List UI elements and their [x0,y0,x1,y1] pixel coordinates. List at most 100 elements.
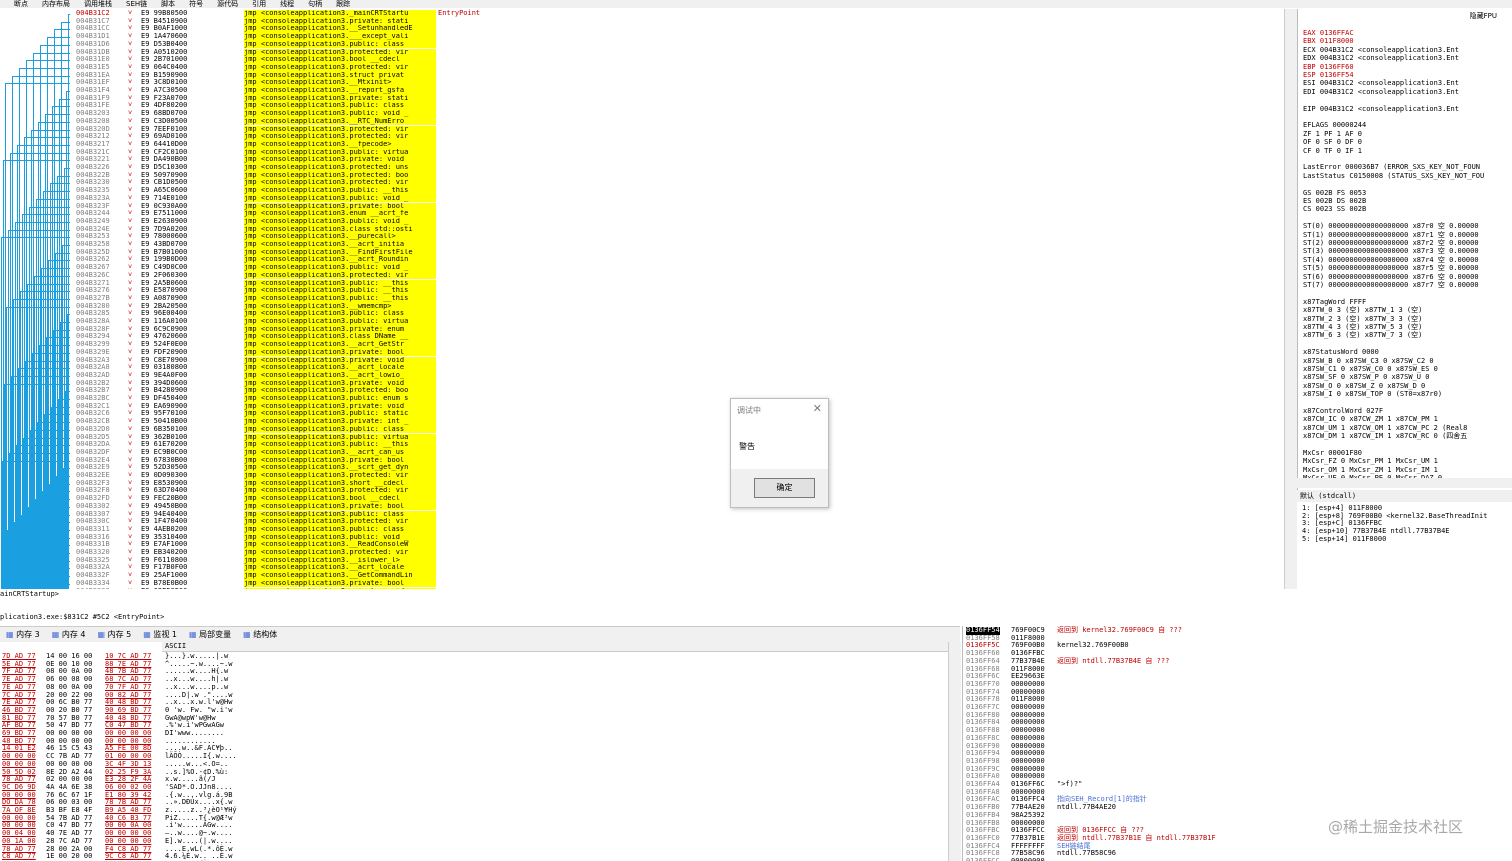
toolbar-tab[interactable]: 源代码 [217,0,238,8]
stack-row[interactable]: 0136FFA8 00000000 [963,789,1511,797]
instruction-text[interactable]: jmp <consoleapplication3.__acrt_initia [244,241,436,249]
instruction-text[interactable]: jmp <consoleapplication3.public: void _ [244,218,436,226]
tab-memory[interactable]: ▦ 内存 5 [92,627,138,643]
call-convention-header[interactable]: 默认 (stdcall) [1297,490,1512,502]
register-line[interactable]: EIP 004B31C2 <consoleapplication3.Ent [1303,105,1459,113]
instruction-text[interactable]: jmp <consoleapplication3.public: __this [244,287,436,295]
instruction-text[interactable]: jmp <consoleapplication3.public: __this [244,280,436,288]
toolbar-tab[interactable]: 线程 [280,0,294,8]
instruction-text[interactable]: jmp <consoleapplication3.class DName __ [244,333,436,341]
register-line[interactable]: x87CW_DM 1 x87CW_IM 1 x87CW_RC 0 (四舍五 [1303,432,1467,440]
instruction-text[interactable]: jmp <consoleapplication3.private: void [244,380,436,388]
instruction-text[interactable]: jmp <consoleapplication3.__Mtxinit> [244,79,436,87]
instruction-text[interactable]: jmp <consoleapplication3.__acrt_locale [244,364,436,372]
instruction-text[interactable]: jmp <consoleapplication3.public: static [244,410,436,418]
instruction-text[interactable]: jmp <consoleapplication3.public: void _ [244,195,436,203]
register-line[interactable]: ESI 004B31C2 <consoleapplication3.Ent [1303,79,1459,87]
stack-row[interactable]: 0136FFAC 0136FFC4 指向SEH_Record[1]的指针 [963,796,1511,804]
register-line[interactable]: MxCsr_OM 1 MxCsr_ZM 1 MxCsr_IM 1 [1303,466,1438,474]
stack-row[interactable]: 0136FF68 011F8000 [963,666,1511,674]
instruction-text[interactable]: jmp <consoleapplication3.__SetunhandledE [244,25,436,33]
instruction-text[interactable]: jmp <consoleapplication3.__purecall> [244,233,436,241]
register-line[interactable]: x87TW_2 3 (空) x87TW_3 3 (空) [1303,315,1422,323]
register-line[interactable]: EBP 0136FF60 [1303,63,1354,71]
registers-hscrollbar[interactable] [1297,478,1512,488]
register-line[interactable]: x87SW_C1 0 x87SW_C0 0 x87SW_ES 0 [1303,365,1438,373]
instruction-text[interactable]: jmp <consoleapplication3.private: void [244,156,436,164]
stack-row[interactable]: 0136FF84 00000000 [963,719,1511,727]
stack-row[interactable]: 0136FF74 00000000 [963,689,1511,697]
instruction-text[interactable]: jmp <consoleapplication3.protected: uns [244,164,436,172]
instruction-text[interactable]: jmp <consoleapplication3.__acrt_GetStr [244,341,436,349]
tab-memory[interactable]: ▦ 内存 4 [46,627,92,643]
register-line[interactable]: MxCsr_FZ 0 MxCsr_PM 1 MxCsr_UM 1 [1303,457,1438,465]
register-line[interactable]: ST(3) 0000000000000000000 x87r3 空 0.0000… [1303,247,1479,255]
instruction-text[interactable]: jmp <consoleapplication3.__islower_l> [244,557,436,565]
instruction-text[interactable]: jmp <consoleapplication3.__fpecode> [244,141,436,149]
instruction-text[interactable]: jmp <consoleapplication3.protected: vir [244,487,436,495]
instruction-text[interactable]: jmp <consoleapplication3.public: __this [244,295,436,303]
register-line[interactable]: x87StatusWord 0000 [1303,348,1379,356]
instruction-text[interactable]: jmp <consoleapplication3.__acrt_lowio_ [244,372,436,380]
register-line[interactable]: ST(5) 0000000000000000000 x87r5 空 0.0000… [1303,264,1479,272]
instruction-text[interactable]: jmp <consoleapplication3.__wmemcmp> [244,303,436,311]
register-line[interactable]: ST(1) 0000000000000000000 x87r1 空 0.0000… [1303,231,1479,239]
toolbar-tab[interactable]: 脚本 [161,0,175,8]
instruction-text[interactable]: jmp <consoleapplication3._mainCRTStartu [244,10,436,18]
register-line[interactable]: x87TagWord FFFF [1303,298,1366,306]
instruction-text[interactable]: jmp <consoleapplication3.protected: vir [244,49,436,57]
register-line[interactable]: CS 0023 SS 002B [1303,205,1366,213]
register-line[interactable]: x87TW_6 3 (空) x87TW_7 3 (空) [1303,331,1422,339]
tab-locals[interactable]: ▦ 局部变量 [183,627,237,643]
register-line[interactable]: GS 002B FS 0053 [1303,189,1366,197]
instruction-text[interactable]: jmp <consoleapplication3.protected: boo [244,172,436,180]
instruction-text[interactable]: jmp <consoleapplication3.protected: vir [244,472,436,480]
register-line[interactable]: ES 002B DS 002B [1303,197,1366,205]
close-icon[interactable]: ✕ [813,402,822,415]
register-line[interactable]: EFLAGS 00000244 [1303,121,1366,129]
instruction-text[interactable]: jmp <consoleapplication3.private: bool [244,349,436,357]
dump-scrollbar[interactable] [948,642,961,861]
register-line[interactable]: x87ControlWord 027F [1303,407,1383,415]
stack-row[interactable]: 0136FF5C 769F00B0 kernel32.769F00B0 [963,642,1511,650]
register-line[interactable]: x87SW_SF 0 x87SW_P 0 x87SW_U 0 [1303,373,1429,381]
instruction-text[interactable]: jmp <consoleapplication3.public: class [244,310,436,318]
register-line[interactable]: EDX 004B31C2 <consoleapplication3.Ent [1303,54,1459,62]
stack-row[interactable]: 0136FFC4 FFFFFFFF SEH链结尾 [963,843,1511,851]
stack-row[interactable]: 0136FF6C EE29663E [963,673,1511,681]
instruction-text[interactable]: jmp <consoleapplication3.public: void _ [244,534,436,542]
instruction-text[interactable]: jmp <consoleapplication3.enum __acrt_fe [244,210,436,218]
register-line[interactable]: x87TW_0 3 (空) x87TW_1 3 (空) [1303,306,1422,314]
tab-memory[interactable]: ▦ 内存 3 [0,627,46,643]
register-line[interactable]: EBX 011F8000 [1303,37,1354,45]
instruction-text[interactable]: jmp <consoleapplication3.private: bool [244,203,436,211]
instruction-text[interactable]: jmp <consoleapplication3.__acrt_Roundin [244,256,436,264]
toolbar-tab[interactable]: 引用 [252,0,266,8]
register-line[interactable]: EAX 0136FFAC [1303,29,1354,37]
stack-row[interactable]: 0136FFA4 0136FF6C ">f)?" [963,781,1511,789]
instruction-text[interactable]: jmp <consoleapplication3.private: bool [244,457,436,465]
instruction-text[interactable]: jmp <consoleapplication3.__acrt_locale [244,564,436,572]
instruction-text[interactable]: jmp <consoleapplication3.public: class [244,526,436,534]
registers-panel[interactable]: 隐藏FPU EAX 0136FFAC EBX 011F8000 ECX 004B31… [1297,9,1512,491]
instruction-text[interactable]: jmp <consoleapplication3.protected: vir [244,518,436,526]
instruction-text[interactable]: jmp <consoleapplication3.private: int _ [244,418,436,426]
memory-dump-view[interactable]: ASCII 7D AD 77 14 00 16 00 10 7C AD 77}...… [0,642,960,861]
instruction-text[interactable]: jmp <consoleapplication3.protected: vir [244,64,436,72]
ok-button[interactable]: 确定 [754,478,815,498]
instruction-text[interactable]: jmp <consoleapplication3.private: bool [244,580,436,588]
instruction-text[interactable]: jmp <consoleapplication3.protected: boo [244,387,436,395]
stack-row[interactable]: 0136FF80 00000000 [963,712,1511,720]
instruction-text[interactable]: jmp <consoleapplication3.__acrt_can_us [244,449,436,457]
instruction-text[interactable]: jmp <consoleapplication3.__RTC_NumErro [244,118,436,126]
stack-row[interactable]: 0136FF98 00000000 [963,758,1511,766]
instruction-text[interactable]: jmp <consoleapplication3.___except_vali [244,33,436,41]
register-line[interactable]: x87CW_UM 1 x87CW_OM 1 x87CW_PC 2 (Real8 [1303,424,1467,432]
register-line[interactable]: ST(2) 0000000000000000000 x87r2 空 0.0000… [1303,239,1479,247]
register-line[interactable]: ECX 004B31C2 <consoleapplication3.Ent [1303,46,1459,54]
instruction-text[interactable]: jmp <consoleapplication3.public: void _ [244,110,436,118]
instruction-text[interactable]: jmp <consoleapplication3.__GetCommandLin [244,572,436,580]
instruction-text[interactable]: jmp <consoleapplication3.private: bool [244,503,436,511]
register-line[interactable]: x87SW_O 0 x87SW_Z 0 x87SW_D 0 [1303,382,1425,390]
instruction-text[interactable]: jmp <consoleapplication3.public: class [244,102,436,110]
